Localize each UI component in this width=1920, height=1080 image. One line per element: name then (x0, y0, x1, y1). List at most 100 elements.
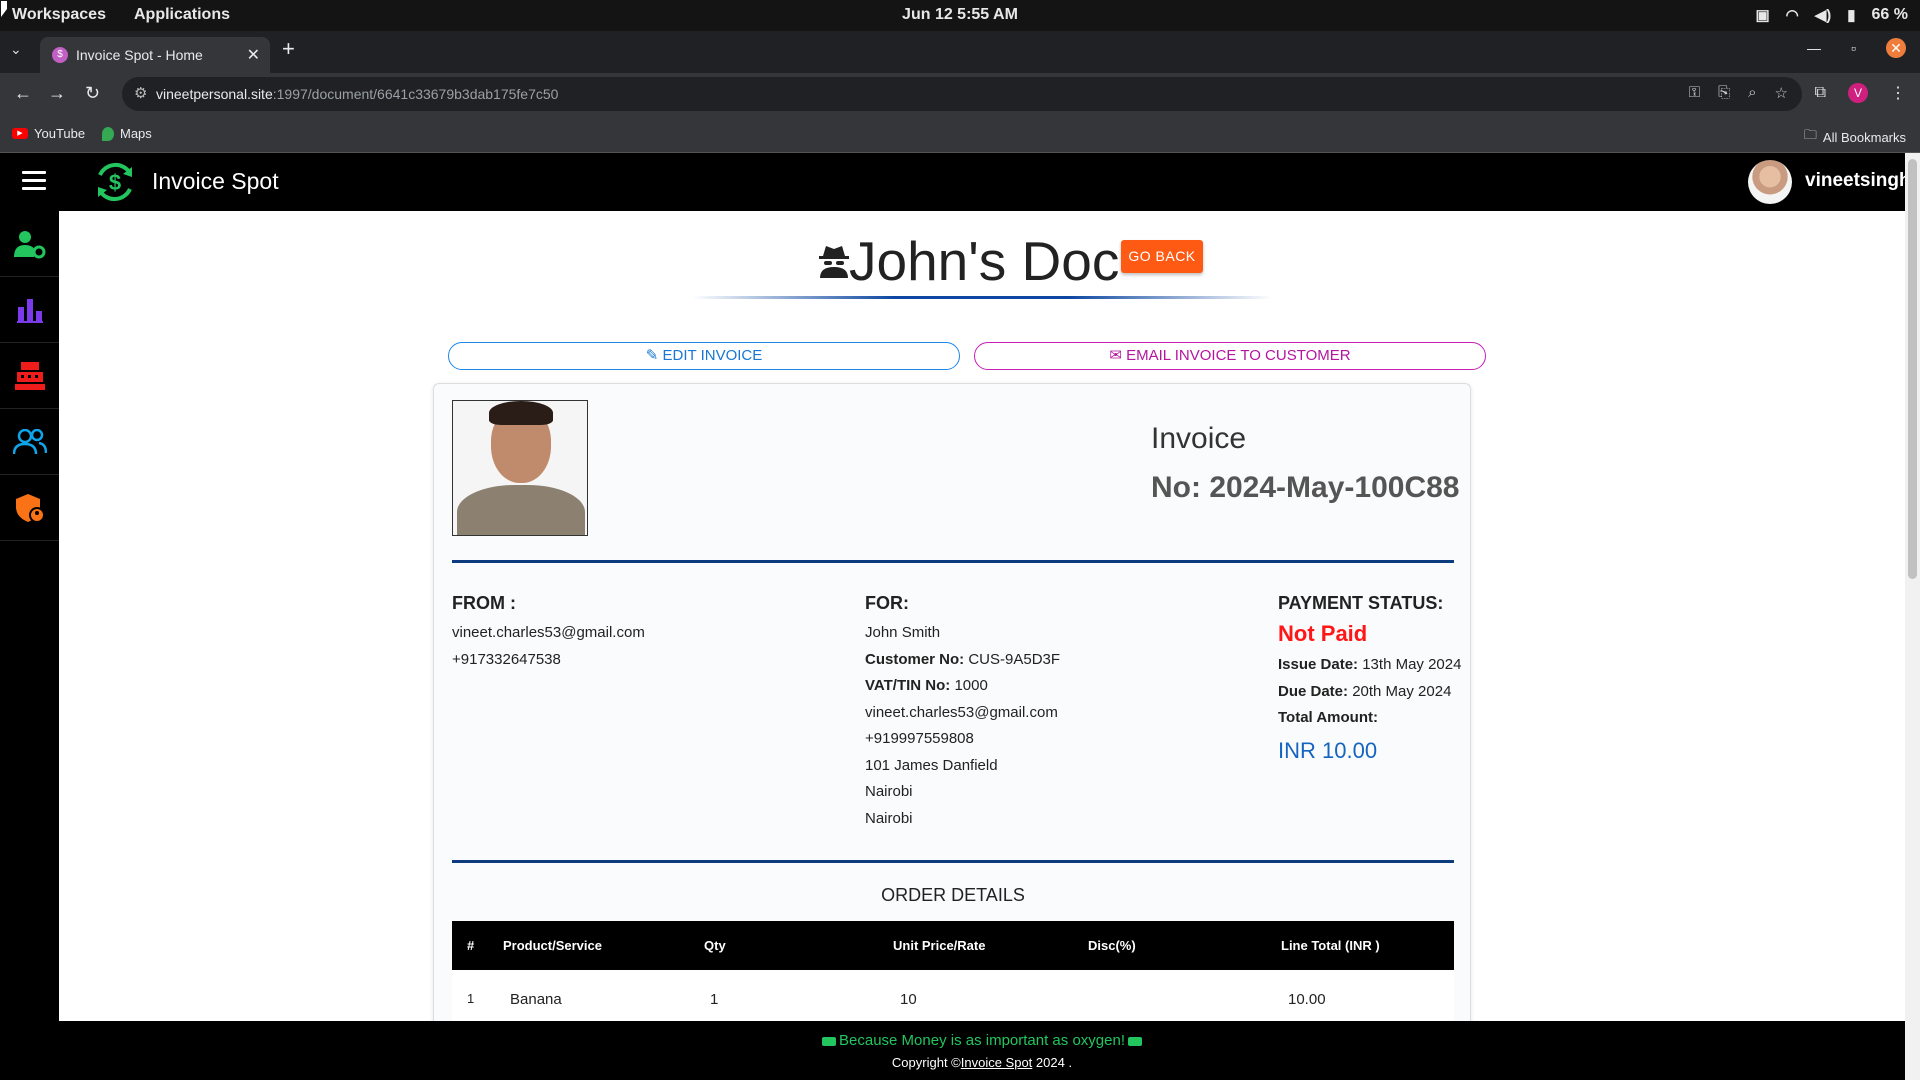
site-info-icon[interactable]: ⚙ (134, 84, 147, 102)
page-scrollbar[interactable] (1905, 153, 1920, 1080)
url-text[interactable]: vineetpersonal.site:1997/document/6641c3… (156, 86, 558, 102)
app-header: $ Invoice Spot vineetsingh (0, 153, 1905, 211)
customer-city: Nairobi (865, 783, 913, 800)
battery-icon[interactable]: ▮ (1847, 6, 1855, 24)
footer-brand-link[interactable]: Invoice Spot (961, 1055, 1033, 1070)
title-divider (692, 296, 1272, 299)
address-bar[interactable]: ⚙ vineetpersonal.site:1997/document/6641… (122, 77, 1802, 111)
from-section: FROM : vineet.charles53@gmail.com +91733… (452, 592, 645, 673)
bookmark-youtube[interactable]: ▶ YouTube (12, 126, 85, 141)
browser-tab[interactable]: $ Invoice Spot - Home ✕ (40, 37, 270, 73)
order-table-header: # Product/Service Qty Unit Price/Rate Di… (452, 921, 1454, 970)
url-host: vineetpersonal.site (156, 86, 273, 102)
row-index: 1 (467, 991, 475, 1006)
tab-search-chevron-icon[interactable]: ⌄ (10, 41, 22, 58)
wifi-icon[interactable]: ◠ (1786, 6, 1799, 24)
web-app: $ Invoice Spot vineetsingh John's Doc GO… (0, 153, 1905, 1080)
users-icon (12, 428, 47, 454)
app-brand[interactable]: Invoice Spot (152, 168, 279, 195)
profile-avatar[interactable]: V (1848, 83, 1868, 103)
bookmark-maps[interactable]: Maps (102, 126, 152, 141)
main-content: John's Doc GO BACK ✎ EDIT INVOICE ✉ EMAI… (59, 211, 1905, 1043)
hamburger-menu-icon[interactable] (22, 171, 46, 195)
total-label: Total Amount: (1278, 705, 1461, 732)
row-line-total: 10.00 (1288, 991, 1326, 1008)
table-row: 1 Banana 1 10 10.00 (452, 970, 1454, 1026)
for-heading: FOR: (865, 593, 909, 613)
sidebar-item-billing[interactable] (0, 343, 59, 409)
back-arrow-icon[interactable]: ← (14, 83, 32, 104)
email-invoice-button[interactable]: ✉ EMAIL INVOICE TO CUSTOMER (974, 342, 1486, 370)
edit-invoice-button[interactable]: ✎ EDIT INVOICE (448, 342, 960, 370)
bar-chart-icon (16, 298, 43, 323)
total-amount: INR 10.00 (1278, 737, 1378, 763)
clock[interactable]: Jun 12 5:55 AM (0, 6, 1920, 24)
reload-icon[interactable]: ↻ (85, 83, 100, 104)
extensions-puzzle-icon[interactable]: ⧉ (1815, 84, 1826, 102)
customer-no: CUS-9A5D3F (968, 650, 1061, 668)
user-settings-icon (13, 230, 45, 258)
browser-toolbar: ← → ↻ ⚙ vineetpersonal.site:1997/documen… (0, 73, 1920, 115)
col-header-qty: Qty (704, 938, 726, 953)
tab-close-icon[interactable]: ✕ (247, 45, 260, 65)
invoice-number: No: 2024-May-100C88 (1151, 471, 1460, 504)
mouse-cursor (1, 1, 7, 17)
window-controls: — ▫ ✕ (1807, 38, 1906, 58)
payment-heading: PAYMENT STATUS: (1278, 593, 1444, 613)
vat-value: 1000 (954, 677, 988, 694)
spy-icon (819, 246, 849, 278)
from-heading: FROM : (452, 593, 516, 613)
vat-label: VAT/TIN No: (865, 677, 951, 694)
sidebar-item-customers[interactable] (0, 409, 59, 475)
order-details-heading: ORDER DETAILS (881, 885, 1025, 905)
row-unit-price: 10 (900, 991, 917, 1008)
customer-no-row: Customer No: CUS-9A5D3F (865, 647, 1060, 674)
from-phone: +917332647538 (452, 650, 561, 668)
forward-arrow-icon[interactable]: → (48, 83, 66, 104)
minimize-icon[interactable]: — (1807, 40, 1821, 56)
all-bookmarks-label: All Bookmarks (1822, 129, 1906, 145)
col-header-discount: Disc(%) (1088, 938, 1136, 953)
invoice-spot-logo-icon[interactable]: $ (92, 159, 138, 205)
username[interactable]: vineetsingh (1805, 170, 1905, 192)
issue-date-row: Issue Date: 13th May 2024 (1278, 652, 1461, 679)
install-app-icon[interactable]: ⎘ (1718, 84, 1730, 102)
bookmark-label: YouTube (34, 126, 86, 141)
customer-email: vineet.charles53@gmail.com (865, 703, 1058, 721)
app-footer: Because Money is as important as oxygen!… (59, 1021, 1905, 1080)
row-product: Banana (510, 991, 562, 1008)
for-section: FOR: John Smith Customer No: CUS-9A5D3F … (865, 592, 1060, 832)
new-tab-plus-icon[interactable]: + (282, 36, 295, 62)
customer-address: 101 James Danfield (865, 756, 998, 774)
sidebar-item-admin[interactable] (0, 475, 59, 541)
user-avatar[interactable] (1748, 160, 1792, 204)
maximize-icon[interactable]: ▫ (1851, 40, 1856, 56)
email-icon: ✉ (1109, 347, 1122, 364)
footer-copyright: Copyright ©Invoice Spot 2024 . (59, 1055, 1905, 1070)
favicon-icon: $ (52, 47, 68, 63)
password-key-icon[interactable]: ⚿ (1689, 84, 1700, 102)
sidebar-item-settings[interactable] (0, 211, 59, 277)
col-header-product: Product/Service (503, 938, 602, 953)
go-back-button[interactable]: GO BACK (1121, 240, 1203, 273)
all-bookmarks[interactable]: 🗀 All Bookmarks (1804, 126, 1906, 148)
bookmark-star-icon[interactable]: ☆ (1775, 84, 1788, 102)
customer-no-label: Customer No: (865, 650, 965, 668)
window-close-icon[interactable]: ✕ (1886, 38, 1906, 58)
pencil-icon: ✎ (645, 347, 659, 364)
kebab-menu-icon[interactable]: ⋮ (1890, 83, 1906, 103)
svg-text:$: $ (109, 170, 121, 195)
page-title: John's Doc (819, 229, 1119, 293)
app-sidebar (0, 211, 59, 1080)
payment-status: Not Paid (1278, 621, 1368, 646)
sidebar-item-reports[interactable] (0, 277, 59, 343)
customer-name: John Smith (865, 624, 941, 641)
shield-user-icon (15, 493, 45, 523)
volume-icon[interactable]: ◀) (1815, 6, 1832, 24)
copyright-suffix: 2024 . (1032, 1055, 1073, 1070)
youtube-icon: ▶ (12, 128, 28, 139)
scrollbar-thumb[interactable] (1908, 159, 1917, 579)
screen-icon[interactable]: ▣ (1755, 6, 1769, 24)
zoom-icon[interactable]: ⌕ (1748, 84, 1756, 102)
customer-phone: +919997559808 (865, 730, 974, 747)
